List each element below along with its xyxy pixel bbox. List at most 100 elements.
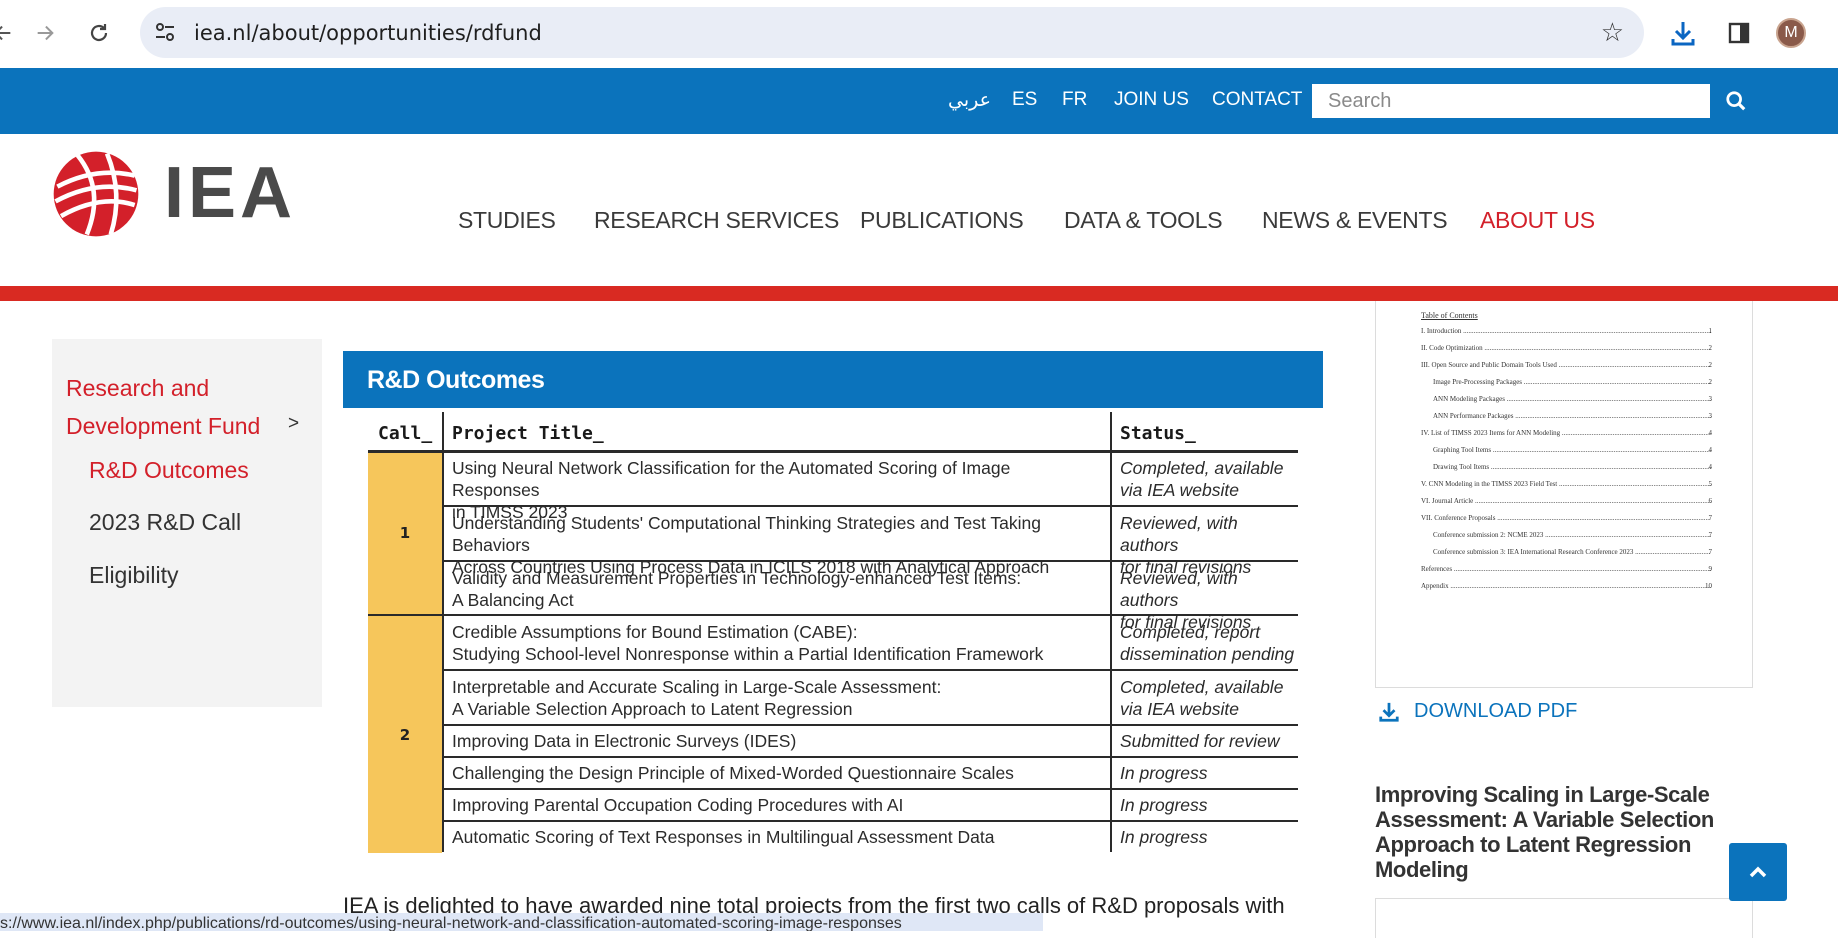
table-row-title[interactable]: Improving Parental Occupation Coding Pro… xyxy=(452,794,1092,816)
toc-entry: Image Pre-Processing Packages ..........… xyxy=(1433,378,1711,386)
table-row-status: In progress xyxy=(1120,763,1208,783)
row-status-line: Completed, available xyxy=(1120,458,1284,478)
table-row-title[interactable]: Interpretable and Accurate Scaling in La… xyxy=(452,676,1092,720)
toc-entry: ANN Modeling Packages ..................… xyxy=(1433,395,1711,403)
toc-entry: III. Open Source and Public Domain Tools… xyxy=(1421,361,1711,369)
back-to-top-button[interactable] xyxy=(1729,843,1787,901)
nav-data-tools[interactable]: DATA & TOOLS xyxy=(1064,207,1223,234)
link-status-bar: s://www.iea.nl/index.php/publications/rd… xyxy=(0,913,1043,931)
section-sidebar: Research and Development Fund > R&D Outc… xyxy=(52,339,322,707)
search-button[interactable] xyxy=(1712,84,1760,118)
table-row-rule xyxy=(442,669,1298,671)
row-title-line: A Variable Selection Approach to Latent … xyxy=(452,699,853,719)
iea-globe-logo[interactable] xyxy=(50,148,142,240)
toc-page-number: 5 xyxy=(1708,480,1713,488)
toc-entry: Conference submission 3: IEA Internation… xyxy=(1433,548,1711,556)
reload-icon[interactable] xyxy=(84,18,114,48)
table-row-title[interactable]: Credible Assumptions for Bound Estimatio… xyxy=(452,621,1092,665)
toc-page-number: 1 xyxy=(1708,327,1713,335)
toc-entry: Graphing Tool Items ....................… xyxy=(1433,446,1711,454)
nav-research-services[interactable]: RESEARCH SERVICES xyxy=(594,207,839,234)
toc-page-number: 4 xyxy=(1708,429,1713,437)
row-title-line: Using Neural Network Classification for … xyxy=(452,458,1011,500)
row-title-line: Validity and Measurement Properties in T… xyxy=(452,568,1022,588)
table-row-status: Completed, report dissemination pending xyxy=(1120,621,1295,665)
table-row-rule xyxy=(442,756,1298,758)
chevron-up-icon xyxy=(1749,866,1767,878)
download-icon[interactable] xyxy=(1666,16,1700,50)
download-pdf-link[interactable]: DOWNLOAD PDF xyxy=(1378,700,1577,723)
nav-publications[interactable]: PUBLICATIONS xyxy=(860,207,1024,234)
toc-page-number: 2 xyxy=(1708,361,1713,369)
address-bar[interactable]: iea.nl/about/opportunities/rdfund ☆ xyxy=(140,7,1644,58)
download-pdf-label: DOWNLOAD PDF xyxy=(1414,700,1578,722)
nav-news-events[interactable]: NEWS & EVENTS xyxy=(1262,207,1448,234)
utility-bar: عربي ES FR JOIN US CONTACT xyxy=(0,68,1838,134)
nav-studies[interactable]: STUDIES xyxy=(458,207,556,234)
toc-entry: VI. Journal Article ....................… xyxy=(1421,497,1711,505)
toc-entry: VII. Conference Proposals ..............… xyxy=(1421,514,1711,522)
forward-icon[interactable] xyxy=(30,18,60,48)
url-text[interactable]: iea.nl/about/opportunities/rdfund xyxy=(194,21,542,45)
toc-entry: Drawing Tool Items .....................… xyxy=(1433,463,1711,471)
toc-page-number: 7 xyxy=(1708,514,1713,522)
iea-logo-text[interactable]: IEA xyxy=(164,152,296,234)
related-publication-title[interactable]: Improving Scaling in Large-Scale Assessm… xyxy=(1375,782,1715,882)
row-title-line: A Balancing Act xyxy=(452,590,574,610)
sidebar-item-2023-rd-call[interactable]: 2023 R&D Call xyxy=(89,509,241,536)
toc-page-number: 10 xyxy=(1705,582,1712,590)
row-status-line: via IEA website xyxy=(1120,699,1239,719)
call-2-number: 2 xyxy=(399,726,411,744)
toc-page-number: 6 xyxy=(1708,497,1713,505)
nav-about-us[interactable]: ABOUT US xyxy=(1480,207,1595,234)
lang-fr-link[interactable]: FR xyxy=(1062,89,1087,111)
header-divider xyxy=(0,286,1838,301)
row-status-line: Completed, report xyxy=(1120,622,1261,642)
table-row-status: In progress xyxy=(1120,827,1208,847)
table-header-rule xyxy=(368,450,1298,453)
sidebar-parent-line1: Research and xyxy=(66,375,210,401)
header-project-title: Project Title_ xyxy=(452,423,604,444)
toc-page-number: 4 xyxy=(1708,446,1713,454)
call-1-number: 1 xyxy=(399,524,411,542)
sidebar-expand-arrow[interactable]: > xyxy=(288,413,299,435)
table-row-status: Completed, available via IEA website xyxy=(1120,457,1295,501)
row-status-line: dissemination pending xyxy=(1120,644,1295,664)
pdf-preview[interactable]: Table of Contents I. Introduction ......… xyxy=(1375,301,1753,688)
contact-link[interactable]: CONTACT xyxy=(1212,89,1302,111)
sidebar-item-eligibility[interactable]: Eligibility xyxy=(89,562,178,589)
table-row-title[interactable]: Validity and Measurement Properties in T… xyxy=(452,567,1092,611)
table-row-title[interactable]: Challenging the Design Principle of Mixe… xyxy=(452,762,1092,784)
table-row-title[interactable]: Improving Data in Electronic Surveys (ID… xyxy=(452,730,1092,752)
browser-toolbar: iea.nl/about/opportunities/rdfund ☆ M xyxy=(0,0,1838,68)
sidebar-parent-link[interactable]: Research and Development Fund xyxy=(66,369,266,445)
outcomes-table-image: 1 2 Call_ Project Title_ Status_ Using N… xyxy=(368,412,1298,853)
sidebar-item-rd-outcomes[interactable]: R&D Outcomes xyxy=(89,457,249,484)
toc-entry: Appendix ...............................… xyxy=(1421,582,1711,590)
table-vline xyxy=(442,412,444,852)
row-status-line: Reviewed, with authors xyxy=(1120,568,1238,610)
related-publication-card[interactable] xyxy=(1375,898,1753,938)
profile-avatar[interactable]: M xyxy=(1776,18,1806,48)
back-icon[interactable] xyxy=(0,18,18,48)
toc-page-number: 3 xyxy=(1708,395,1713,403)
search-input[interactable] xyxy=(1312,84,1710,118)
header-call: Call_ xyxy=(378,423,433,444)
bookmark-star-icon[interactable]: ☆ xyxy=(1601,17,1624,48)
side-panel-icon[interactable] xyxy=(1722,16,1756,50)
toc-entry: V. CNN Modeling in the TIMSS 2023 Field … xyxy=(1421,480,1711,488)
join-us-link[interactable]: JOIN US xyxy=(1114,89,1189,111)
toc-page-number: 3 xyxy=(1708,412,1713,420)
toc-page-number: 7 xyxy=(1708,531,1713,539)
row-status-line: Reviewed, with authors xyxy=(1120,513,1238,555)
table-vline xyxy=(1110,412,1112,852)
search-icon xyxy=(1726,91,1746,111)
site-settings-icon[interactable] xyxy=(152,19,178,45)
toc-page-number: 2 xyxy=(1708,344,1713,352)
toc-entry: IV. List of TIMSS 2023 Items for ANN Mod… xyxy=(1421,429,1711,437)
lang-arabic-link[interactable]: عربي xyxy=(948,89,991,112)
toc-page-number: 2 xyxy=(1708,378,1713,386)
table-row-title[interactable]: Automatic Scoring of Text Responses in M… xyxy=(452,826,1092,848)
row-title-line: Interpretable and Accurate Scaling in La… xyxy=(452,677,942,697)
lang-es-link[interactable]: ES xyxy=(1012,89,1037,111)
